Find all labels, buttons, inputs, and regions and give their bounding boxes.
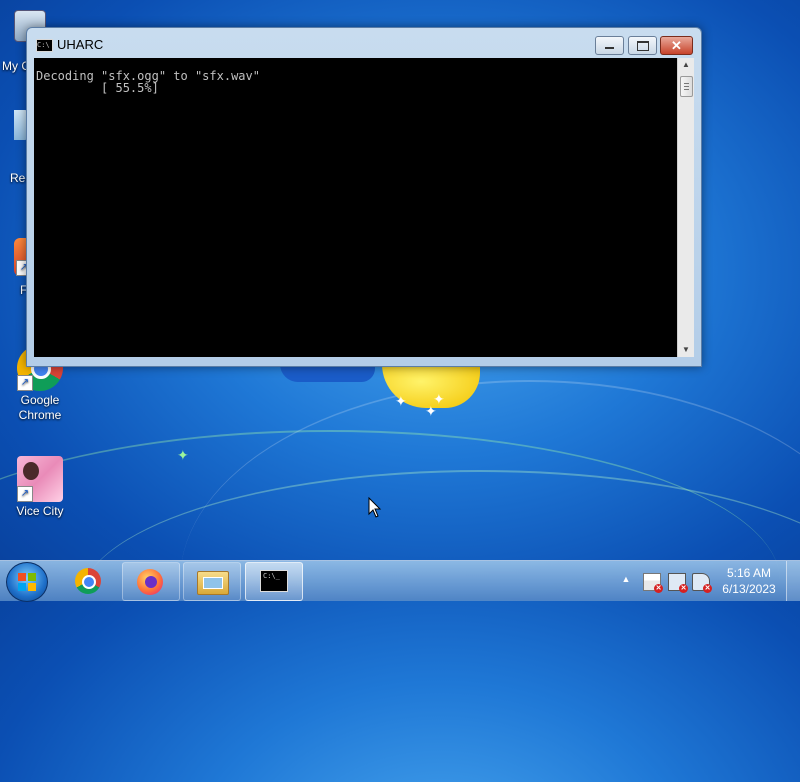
console-output[interactable]: Decoding "sfx.ogg" to "sfx.wav" [ 55.5%] (34, 58, 677, 357)
system-clock[interactable]: 5:16 AM 6/13/2023 (714, 565, 784, 597)
mouse-cursor-icon (368, 497, 382, 518)
command-prompt-icon: C:\_ (260, 570, 288, 592)
taskbar-command-prompt-button[interactable]: C:\_ (245, 562, 303, 601)
desktop-icon-label: Google Chrome (18, 393, 62, 422)
console-progress-line: [ 55.5%] (36, 81, 159, 95)
window-titlebar[interactable]: C:\ UHARC ✕ (27, 28, 701, 58)
show-hidden-icons-arrow[interactable]: ▲ (620, 574, 632, 586)
taskbar-firefox-button[interactable] (122, 562, 180, 601)
clock-date: 6/13/2023 (722, 582, 776, 596)
action-center-flag-icon[interactable]: ✕ (643, 573, 663, 593)
vertical-scrollbar[interactable]: ▲ ▼ (677, 58, 694, 357)
minimize-button[interactable] (595, 36, 624, 55)
start-button[interactable] (6, 562, 48, 602)
desktop-icon-vice-city[interactable]: ↗ Vice City (10, 456, 70, 518)
maximize-icon (637, 41, 649, 51)
taskbar: C:\_ ▲ ✕ ✕ ✕ 5:16 AM 6/13/2023 (0, 560, 800, 602)
shortcut-arrow-icon: ↗ (17, 375, 33, 391)
vice-city-icon: ↗ (17, 456, 63, 502)
firefox-icon (137, 569, 163, 595)
shortcut-arrow-icon: ↗ (17, 486, 33, 502)
scrollbar-thumb[interactable] (680, 76, 693, 97)
maximize-button[interactable] (628, 36, 657, 55)
window-title: UHARC (57, 37, 104, 52)
network-icon[interactable]: ✕ (668, 573, 688, 593)
scroll-up-arrow-icon[interactable]: ▲ (678, 58, 694, 72)
desktop-icon-label: Vice City (16, 504, 64, 518)
scroll-down-arrow-icon[interactable]: ▼ (678, 343, 694, 357)
show-desktop-button[interactable] (786, 561, 800, 601)
taskbar-file-explorer-button[interactable] (183, 562, 241, 601)
volume-muted-icon[interactable]: ✕ (692, 573, 712, 593)
windows-start-icon (18, 573, 36, 591)
taskbar-chrome-button[interactable] (61, 562, 117, 599)
uharc-console-window[interactable]: C:\ UHARC ✕ Decoding "sfx.ogg" to "sfx.w… (26, 27, 702, 367)
clock-time: 5:16 AM (726, 566, 772, 580)
file-explorer-icon (197, 571, 229, 595)
chrome-icon (75, 568, 101, 594)
close-button[interactable]: ✕ (660, 36, 693, 55)
close-icon: ✕ (671, 38, 682, 53)
minimize-icon (605, 47, 614, 49)
console-icon: C:\ (36, 39, 53, 52)
